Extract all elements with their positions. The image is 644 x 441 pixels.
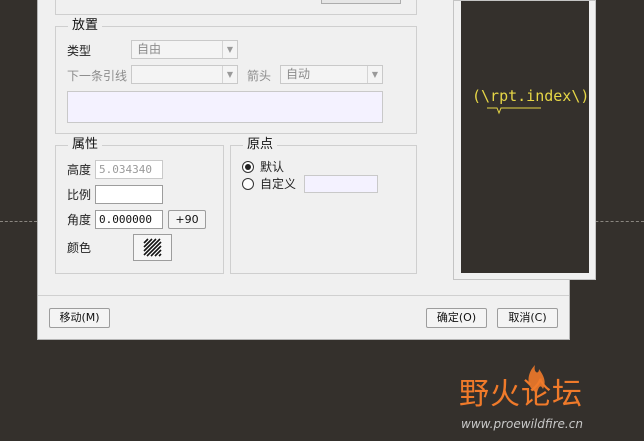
placement-group: 放置 类型 自由 ▼ 下一条引线 ▼ 箭头 自动 ▼	[55, 19, 417, 134]
note-leader-mark	[487, 107, 541, 115]
arrow-dropdown[interactable]: 自动 ▼	[280, 65, 383, 84]
hatch-swatch-icon	[143, 238, 162, 257]
top-stub-button[interactable]	[321, 0, 401, 4]
watermark-brand: 野火论坛	[459, 377, 583, 412]
footer-separator	[38, 295, 569, 296]
angle-label: 角度	[67, 213, 92, 227]
ok-button[interactable]: 确定(O)	[426, 308, 487, 328]
type-label: 类型	[67, 44, 92, 58]
preview-panel: (\rpt.index\)	[453, 0, 596, 280]
origin-group: 原点 默认 自定义	[230, 138, 417, 274]
custom-origin-radio[interactable]	[242, 178, 254, 190]
custom-origin-input[interactable]	[304, 175, 378, 193]
scale-input[interactable]	[95, 185, 163, 204]
chevron-down-icon: ▼	[222, 41, 237, 58]
origin-group-title: 原点	[243, 138, 278, 152]
next-leader-label: 下一条引线	[67, 69, 128, 83]
chevron-down-icon: ▼	[367, 66, 382, 83]
next-leader-dropdown[interactable]: ▼	[131, 65, 238, 84]
preview-canvas: (\rpt.index\)	[461, 1, 589, 273]
placement-group-title: 放置	[68, 19, 103, 33]
default-origin-radio[interactable]	[242, 161, 254, 173]
height-label: 高度	[67, 163, 92, 177]
color-picker-button[interactable]	[133, 234, 172, 261]
chevron-down-icon: ▼	[222, 66, 237, 83]
type-dropdown[interactable]: 自由 ▼	[131, 40, 238, 59]
canvas-dashed-line-left	[0, 221, 37, 222]
note-properties-dialog: 放置 类型 自由 ▼ 下一条引线 ▼ 箭头 自动 ▼ 属性 高度 5.03434…	[37, 0, 596, 340]
custom-origin-label: 自定义	[260, 177, 297, 191]
height-input[interactable]: 5.034340	[95, 160, 163, 179]
forum-watermark: 野火论坛 www.proewildfire.cn	[455, 355, 640, 435]
arrow-dropdown-value: 自动	[286, 67, 311, 81]
cancel-button[interactable]: 取消(C)	[497, 308, 558, 328]
leader-reference-list[interactable]	[67, 91, 383, 123]
arrow-label: 箭头	[247, 69, 272, 83]
default-origin-label: 默认	[260, 160, 285, 174]
scale-label: 比例	[67, 188, 92, 202]
attributes-group-title: 属性	[68, 138, 103, 152]
type-dropdown-value: 自由	[137, 42, 162, 56]
move-button[interactable]: 移动(M)	[49, 308, 110, 328]
plus90-button[interactable]: +90	[168, 210, 206, 229]
color-label: 颜色	[67, 241, 92, 255]
top-group-stub	[55, 0, 417, 15]
angle-input[interactable]: 0.000000	[95, 210, 163, 229]
watermark-url: www.proewildfire.cn	[461, 417, 583, 431]
